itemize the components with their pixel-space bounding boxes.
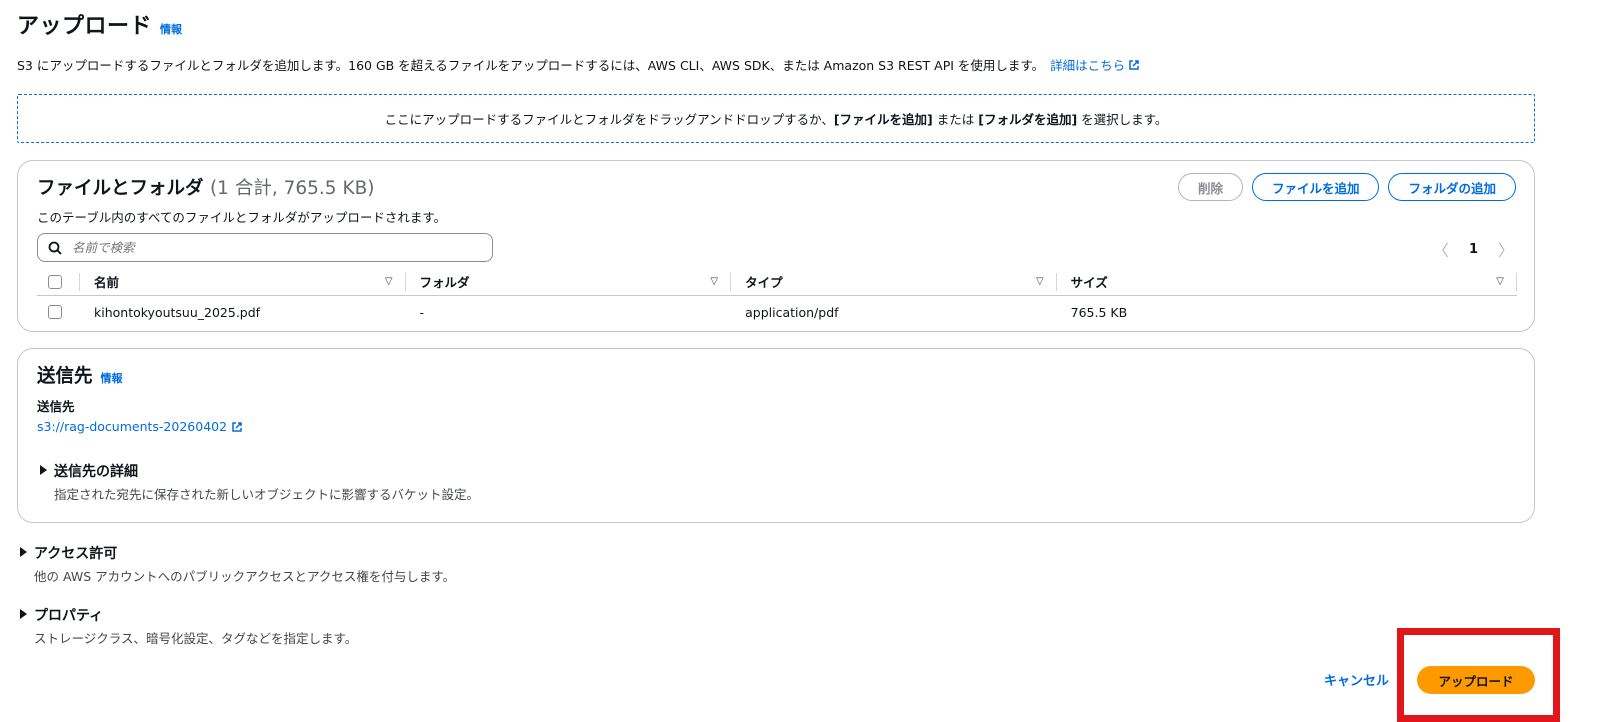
page-description-text: S3 にアップロードするファイルとフォルダを追加します。160 GB を超えるフ… (17, 58, 1045, 73)
column-header-size[interactable]: サイズ ▽ (1055, 272, 1517, 291)
expand-triangle-icon (20, 609, 27, 619)
external-link-icon (1129, 59, 1139, 70)
properties-desc: ストレージクラス、暗号化設定、タグなどを指定します。 (34, 631, 358, 646)
drop-zone-add-files: [ファイルを追加] (833, 112, 933, 127)
drop-zone-add-folder: [フォルダを追加] (978, 112, 1078, 127)
info-link[interactable]: 情報 (160, 21, 182, 37)
pagination: 〈 1 〉 (1433, 237, 1514, 261)
cell-name: kihontokyoutsuu_2025.pdf (94, 304, 261, 320)
files-panel-actions: 削除 ファイルを追加 フォルダの追加 (1177, 173, 1516, 201)
column-folder-label: フォルダ (419, 275, 470, 290)
files-panel-title-text: ファイルとフォルダ (37, 178, 204, 199)
add-folder-button[interactable]: フォルダの追加 (1388, 173, 1516, 201)
page-description: S3 にアップロードするファイルとフォルダを追加します。160 GB を超えるフ… (17, 55, 1140, 74)
chevron-left-icon[interactable]: 〈 (1433, 237, 1449, 261)
destination-label: 送信先 (37, 399, 75, 414)
drop-zone-prefix: ここにアップロードするファイルとフォルダをドラッグアンドドロップするか、 (384, 112, 834, 127)
sort-icon: ▽ (384, 276, 393, 287)
drop-zone-suffix: を選択します。 (1077, 112, 1168, 127)
select-all-checkbox[interactable] (48, 274, 62, 289)
sort-icon: ▽ (1496, 276, 1504, 287)
destination-title-text: 送信先 (37, 366, 93, 387)
files-count: (1 合計, 765.5 KB) (209, 178, 375, 199)
delete-button[interactable]: 削除 (1177, 173, 1243, 201)
search-icon (48, 241, 62, 255)
search-box[interactable] (37, 233, 493, 262)
column-name-label: 名前 (94, 275, 120, 290)
destination-link-text: s3://rag-documents-20260402 (37, 419, 228, 434)
expand-triangle-icon (20, 547, 27, 557)
sort-icon: ▽ (710, 276, 719, 287)
expand-triangle-icon (40, 465, 47, 475)
properties-title: プロパティ (34, 608, 104, 624)
sort-icon: ▽ (1035, 276, 1044, 287)
access-desc: 他の AWS アカウントへのパブリックアクセスとアクセス権を付与します。 (34, 569, 456, 584)
cell-type: application/pdf (745, 304, 839, 320)
row-checkbox[interactable] (48, 305, 62, 319)
column-header-name[interactable]: 名前 ▽ (79, 272, 405, 291)
destination-details-title: 送信先の詳細 (54, 464, 138, 480)
page-number[interactable]: 1 (1469, 242, 1478, 257)
column-type-label: タイプ (745, 275, 783, 290)
upload-button[interactable]: アップロード (1417, 666, 1535, 694)
search-input[interactable] (72, 240, 472, 255)
files-panel-subtitle: このテーブル内のすべてのファイルとフォルダがアップロードされます。 (37, 210, 447, 225)
chevron-right-icon[interactable]: 〉 (1498, 237, 1514, 261)
destination-details-expander[interactable]: 送信先の詳細 指定された宛先に保存された新しいオブジェクトに影響するバケット設定… (40, 461, 479, 503)
learn-more-label: 詳細はこちら (1050, 58, 1126, 73)
drop-zone-middle: または (932, 112, 979, 127)
properties-expander[interactable]: プロパティ ストレージクラス、暗号化設定、タグなどを指定します。 (20, 605, 357, 647)
destination-details-desc: 指定された宛先に保存された新しいオブジェクトに影響するバケット設定。 (54, 487, 480, 502)
destination-panel-title: 送信先 情報 (37, 362, 123, 388)
column-header-type[interactable]: タイプ ▽ (730, 272, 1056, 291)
files-panel: ファイルとフォルダ (1 合計, 765.5 KB) このテーブル内のすべてのフ… (17, 160, 1535, 332)
destination-link[interactable]: s3://rag-documents-20260402 (37, 419, 243, 434)
column-size-label: サイズ (1070, 275, 1108, 290)
table-row: kihontokyoutsuu_2025.pdf - application/p… (37, 297, 1517, 327)
learn-more-link[interactable]: 詳細はこちら (1050, 55, 1140, 74)
cell-folder: - (419, 304, 425, 320)
page-header: アップロード 情報 (17, 8, 182, 40)
access-expander[interactable]: アクセス許可 他の AWS アカウントへのパブリックアクセスとアクセス権を付与し… (20, 543, 455, 585)
destination-panel: 送信先 情報 送信先 s3://rag-documents-20260402 送… (17, 348, 1535, 523)
table-header: 名前 ▽ フォルダ ▽ タイプ ▽ サイズ ▽ (37, 268, 1517, 296)
destination-info-link[interactable]: 情報 (101, 370, 123, 386)
page-title: アップロード (17, 14, 153, 39)
column-header-folder[interactable]: フォルダ ▽ (404, 272, 731, 291)
drop-zone[interactable]: ここにアップロードするファイルとフォルダをドラッグアンドドロップするか、 [ファ… (17, 94, 1535, 143)
cell-size: 765.5 KB (1070, 304, 1128, 320)
cancel-button[interactable]: キャンセル (1324, 670, 1389, 689)
access-title: アクセス許可 (34, 546, 118, 562)
external-link-icon (232, 421, 242, 432)
add-files-button[interactable]: ファイルを追加 (1251, 173, 1380, 201)
files-panel-title: ファイルとフォルダ (1 合計, 765.5 KB) (37, 174, 374, 200)
